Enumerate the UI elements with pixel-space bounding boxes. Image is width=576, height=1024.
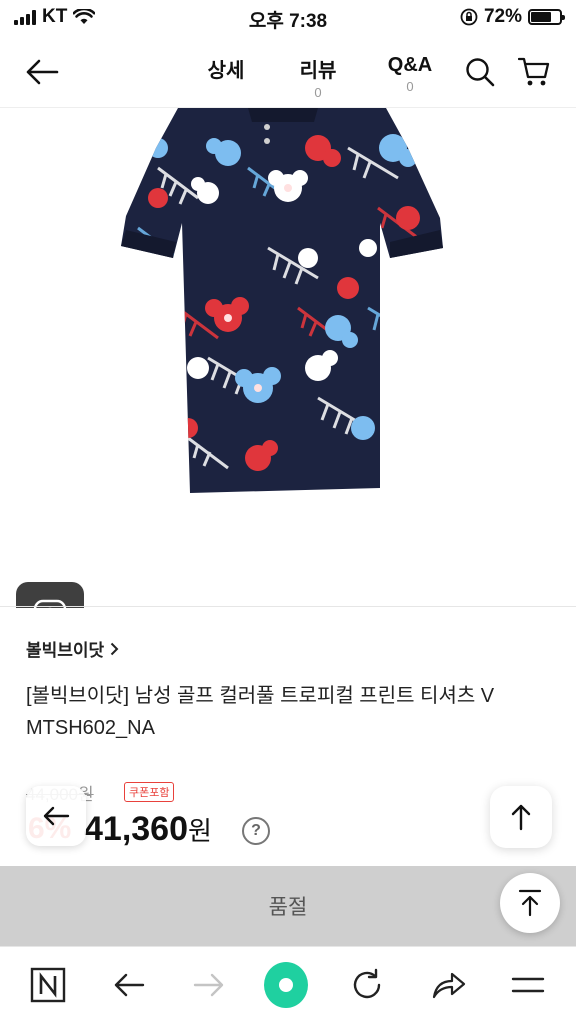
tab-detail[interactable]: 상세 xyxy=(180,54,272,100)
naver-n-icon xyxy=(30,967,66,1003)
battery-percent: 72% xyxy=(483,6,522,27)
price-help-icon[interactable]: ? xyxy=(242,817,270,845)
green-dot-button[interactable] xyxy=(264,962,308,1008)
arrow-left-icon xyxy=(114,973,145,997)
scroll-top-icon xyxy=(518,889,542,917)
brand-link[interactable]: 볼빅브이닷 xyxy=(26,636,119,661)
arrow-left-icon xyxy=(26,59,59,85)
chevron-right-icon xyxy=(110,642,119,655)
tab-review-count: 0 xyxy=(314,85,322,100)
share-arrow-icon xyxy=(432,972,466,999)
browser-back-button[interactable] xyxy=(107,963,151,1007)
tab-detail-label: 상세 xyxy=(207,60,245,82)
detail-tabs: 상세 리뷰 0 Q&A 0 xyxy=(180,54,456,100)
sale-price-value: 41,360 xyxy=(84,810,188,848)
browser-toolbar xyxy=(0,946,576,1024)
green-dot-icon xyxy=(264,962,308,1008)
reload-button[interactable] xyxy=(345,963,389,1007)
arrow-left-icon xyxy=(43,806,70,826)
battery-icon xyxy=(528,9,565,25)
scroll-to-top-button[interactable] xyxy=(500,873,560,933)
tab-qna-label: Q&A xyxy=(387,54,433,76)
sale-price: 41,360원 xyxy=(84,810,212,849)
floating-back-button[interactable] xyxy=(26,786,86,846)
naver-button[interactable] xyxy=(26,963,70,1007)
sale-price-unit: 원 xyxy=(188,816,212,846)
arrow-up-icon xyxy=(511,804,531,831)
status-right: 72% xyxy=(460,6,565,28)
brand-name: 볼빅브이닷 xyxy=(26,641,105,660)
tab-review[interactable]: 리뷰 0 xyxy=(272,54,364,100)
cart-icon xyxy=(518,57,550,86)
soldout-button[interactable]: 품절 xyxy=(0,866,576,946)
browser-forward-button[interactable] xyxy=(187,963,231,1007)
product-shirt-image xyxy=(121,108,443,493)
section-divider xyxy=(0,606,576,607)
back-button[interactable] xyxy=(20,50,64,94)
image-search-button[interactable] xyxy=(16,582,84,608)
search-button[interactable] xyxy=(458,50,502,94)
search-icon xyxy=(466,58,495,87)
tab-qna-count: 0 xyxy=(406,79,414,94)
status-bar: KT 오후 7:38 72% xyxy=(0,0,576,36)
cart-button[interactable] xyxy=(512,50,556,94)
arrow-right-icon xyxy=(193,973,224,997)
tab-review-label: 리뷰 xyxy=(299,60,337,82)
product-title: [볼빅브이닷] 남성 골프 컬러풀 트로피컬 프린트 티셔츠 V MTSH602… xyxy=(26,685,495,739)
scroll-up-button[interactable] xyxy=(490,786,552,848)
product-image[interactable] xyxy=(0,108,576,608)
browser-share-button[interactable] xyxy=(427,963,471,1007)
top-navigation: 상세 리뷰 0 Q&A 0 xyxy=(0,36,576,108)
coupon-badge: 쿠폰포함 xyxy=(124,782,175,802)
hamburger-menu-icon xyxy=(511,977,545,993)
menu-button[interactable] xyxy=(506,963,550,1007)
tab-qna[interactable]: Q&A 0 xyxy=(364,54,456,100)
rotation-lock-icon xyxy=(460,8,478,26)
reload-icon xyxy=(353,968,381,999)
soldout-label: 품절 xyxy=(268,896,308,919)
